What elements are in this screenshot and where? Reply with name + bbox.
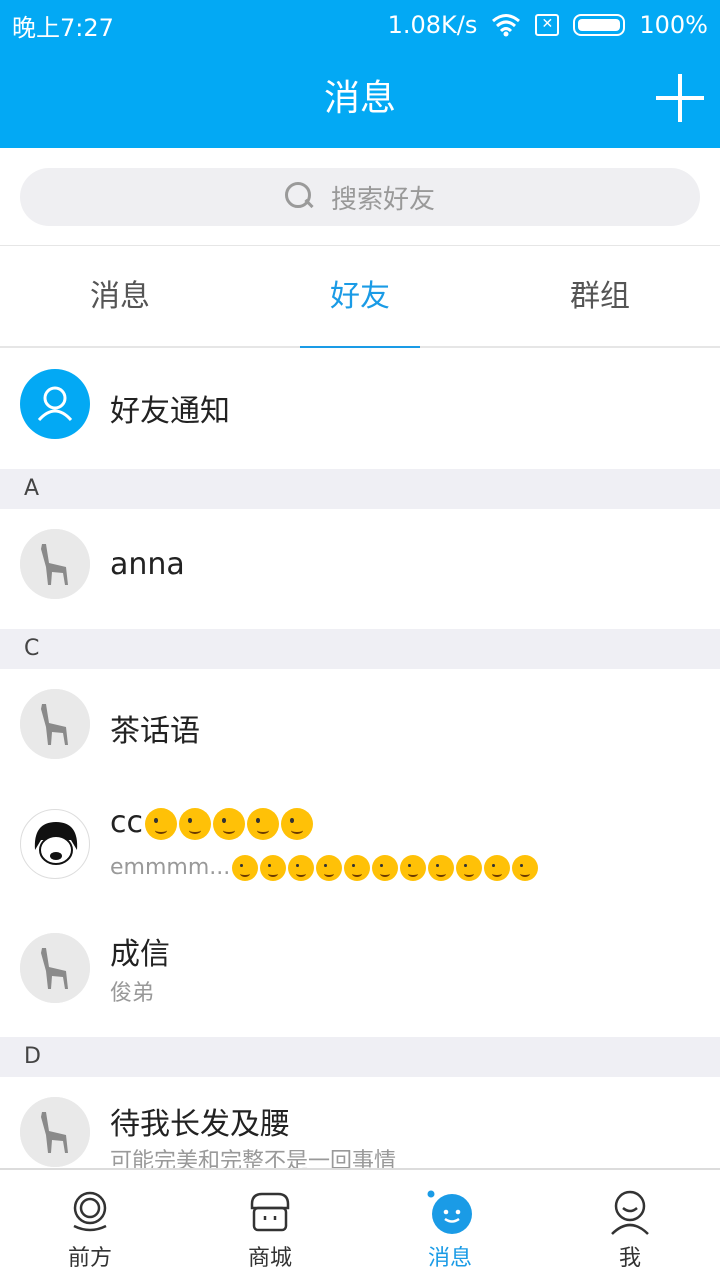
contact-row-anna[interactable]: anna bbox=[0, 509, 720, 629]
nav-label: 我 bbox=[618, 1246, 641, 1271]
shop-icon bbox=[250, 1192, 290, 1232]
friend-notice-label: 好友通知 bbox=[110, 394, 230, 429]
tongue-emoji-icon bbox=[456, 855, 483, 881]
nav-shop[interactable]: 商城 bbox=[180, 1170, 360, 1280]
contact-status: 可能完美和完整不是一回事情 bbox=[110, 1149, 397, 1169]
giraffe-avatar bbox=[20, 933, 90, 1003]
grin-emoji-icon bbox=[145, 807, 177, 840]
friend-notice-row[interactable]: 好友通知 bbox=[0, 349, 720, 469]
status-bar: 晚上7:27 1.08K/s ✕ 100% bbox=[0, 0, 720, 50]
smile-emoji-icon bbox=[288, 855, 315, 881]
battery-icon bbox=[573, 14, 626, 36]
bottom-nav: 前方 商城 消息 我 bbox=[0, 1168, 720, 1280]
nav-messages[interactable]: 消息 bbox=[360, 1170, 540, 1280]
roll-eyes-emoji-icon bbox=[428, 855, 455, 881]
contact-row-chahuayu[interactable]: 茶话语 bbox=[0, 669, 720, 789]
tab-messages[interactable]: 消息 bbox=[0, 247, 240, 346]
tab-friends[interactable]: 好友 bbox=[240, 247, 480, 348]
section-header-a: A bbox=[0, 469, 720, 509]
nav-front[interactable]: 前方 bbox=[0, 1170, 180, 1280]
app-bar: 消息 bbox=[0, 50, 720, 148]
contact-row-chengxin[interactable]: 成信 俊弟 bbox=[0, 913, 720, 1037]
status-time: 晚上7:27 bbox=[12, 13, 114, 42]
kiss-emoji-icon bbox=[372, 855, 399, 881]
contact-name: 成信 bbox=[110, 937, 170, 972]
nav-me[interactable]: 我 bbox=[540, 1170, 720, 1280]
nav-label: 消息 bbox=[427, 1246, 472, 1271]
user-icon bbox=[611, 1190, 649, 1235]
add-icon[interactable] bbox=[656, 74, 704, 122]
blush-emoji-icon bbox=[281, 807, 313, 840]
wink-emoji-icon bbox=[512, 855, 539, 881]
section-header-c: C bbox=[0, 629, 720, 669]
giraffe-avatar bbox=[20, 689, 90, 759]
tab-bar: 消息 好友 群组 bbox=[0, 247, 720, 348]
happy-emoji-icon bbox=[213, 807, 245, 840]
page-title: 消息 bbox=[323, 78, 396, 119]
hug-emoji-icon bbox=[484, 855, 511, 881]
smile-emoji-icon bbox=[344, 855, 371, 881]
search-area: 搜索好友 bbox=[0, 148, 720, 246]
contact-status: 俊弟 bbox=[110, 981, 155, 1006]
search-icon bbox=[284, 182, 315, 212]
nav-label: 商城 bbox=[247, 1246, 292, 1271]
grin-emoji-icon bbox=[232, 855, 259, 881]
giraffe-avatar bbox=[20, 1097, 90, 1167]
contact-status: emmmm... bbox=[110, 855, 231, 880]
giraffe-avatar bbox=[20, 529, 90, 599]
nav-label: 前方 bbox=[67, 1246, 112, 1271]
contact-name: 待我长发及腰 bbox=[110, 1107, 290, 1142]
smile-emoji-icon bbox=[179, 807, 211, 840]
grin-emoji-icon bbox=[260, 855, 287, 881]
contact-name: cc bbox=[110, 805, 143, 840]
battery-percent: 100% bbox=[639, 11, 708, 39]
contact-name: 茶话语 bbox=[110, 714, 200, 749]
contact-row-daiwochangfajiyao[interactable]: 待我长发及腰 可能完美和完整不是一回事情 bbox=[0, 1077, 720, 1169]
contact-row-cc[interactable]: cc emmmm... bbox=[0, 789, 720, 913]
user-notice-icon bbox=[20, 369, 90, 439]
tab-groups[interactable]: 群组 bbox=[480, 247, 720, 346]
network-speed: 1.08K/s bbox=[387, 11, 478, 39]
heart-eyes-emoji-icon bbox=[400, 855, 427, 881]
meme-avatar bbox=[20, 809, 90, 879]
no-sim-icon: ✕ bbox=[535, 14, 560, 36]
location-icon bbox=[73, 1191, 107, 1232]
search-input[interactable]: 搜索好友 bbox=[20, 168, 700, 226]
contact-list: 好友通知 A anna C 茶话语 cc emmmm... 成信 俊弟 D 待我… bbox=[0, 349, 720, 1169]
search-placeholder: 搜索好友 bbox=[330, 184, 435, 215]
smile-emoji-icon bbox=[247, 807, 279, 840]
message-face-icon bbox=[427, 1190, 472, 1234]
happy-emoji-icon bbox=[316, 855, 343, 881]
section-header-d: D bbox=[0, 1037, 720, 1077]
wifi-icon bbox=[492, 14, 521, 37]
contact-name: anna bbox=[110, 547, 185, 582]
